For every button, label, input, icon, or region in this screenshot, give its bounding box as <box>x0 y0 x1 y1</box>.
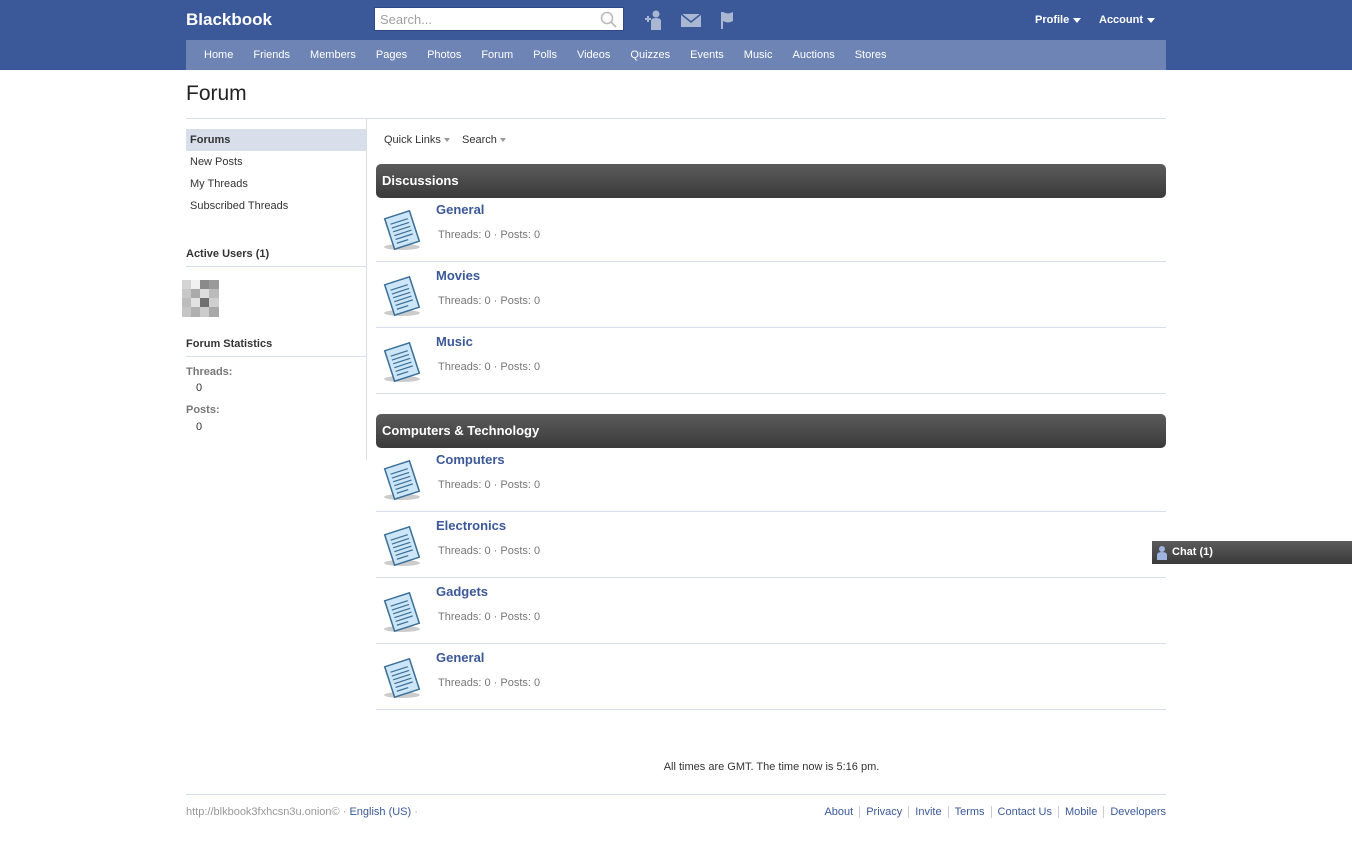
document-icon <box>383 657 421 699</box>
sidebar-menu: Forums New Posts My Threads Subscribed T… <box>186 129 366 217</box>
sidebar-item-my-threads[interactable]: My Threads <box>186 173 366 195</box>
profile-menu[interactable]: Profile <box>1035 14 1082 26</box>
footer-link-contact-us[interactable]: Contact Us <box>990 806 1058 818</box>
forum-row: Gadgets Threads: 0 · Posts: 0 <box>376 578 1166 644</box>
nav-item-events[interactable]: Events <box>680 40 734 70</box>
footer-link-terms[interactable]: Terms <box>947 806 991 818</box>
footer-site-info: http://blkbook3fxhcsn3u.onion© · English… <box>186 806 418 818</box>
sidebar-item-forums[interactable]: Forums <box>186 129 366 151</box>
forum-row: Movies Threads: 0 · Posts: 0 <box>376 262 1166 328</box>
footer-links: About Privacy Invite Terms Contact Us Mo… <box>818 806 1166 818</box>
forum-link[interactable]: Computers <box>436 452 505 467</box>
forum-stats: Threads: 0 · Posts: 0 <box>438 361 541 373</box>
document-icon <box>383 275 421 317</box>
sidebar-item-new-posts[interactable]: New Posts <box>186 151 366 173</box>
threads-stat-label: Threads: <box>186 366 233 378</box>
nav-item-friends[interactable]: Friends <box>243 40 300 70</box>
language-link[interactable]: English (US) <box>349 806 411 818</box>
footer-link-developers[interactable]: Developers <box>1103 806 1166 818</box>
forum-stats: Threads: 0 · Posts: 0 <box>438 479 541 491</box>
messages-icon[interactable] <box>679 9 703 31</box>
posts-stat-value: 0 <box>196 421 203 433</box>
forum-link[interactable]: General <box>436 202 484 217</box>
language-separator: · <box>414 806 418 818</box>
chat-label: Chat (1) <box>1172 546 1213 558</box>
document-icon <box>383 341 421 383</box>
quick-links-label: Quick Links <box>384 134 441 146</box>
threads-stat-value: 0 <box>196 382 203 394</box>
nav-item-members[interactable]: Members <box>300 40 366 70</box>
forum-stats: Threads: 0 · Posts: 0 <box>438 229 541 241</box>
forum-link[interactable]: Gadgets <box>436 584 488 599</box>
account-menu[interactable]: Account <box>1099 14 1155 26</box>
chat-bar[interactable]: Chat (1) <box>1152 541 1352 564</box>
active-users-heading: Active Users (1) <box>186 248 366 267</box>
search-icon[interactable] <box>599 10 619 30</box>
main-nav: Home Friends Members Pages Photos Forum … <box>186 40 1166 70</box>
forum-link[interactable]: Movies <box>436 268 480 283</box>
category-header[interactable]: Computers & Technology <box>376 414 1166 448</box>
forum-link[interactable]: General <box>436 650 484 665</box>
document-icon <box>383 525 421 567</box>
title-divider <box>186 118 1166 119</box>
footer-divider <box>186 794 1166 795</box>
time-note: All times are GMT. The time now is 5:16 … <box>663 761 880 773</box>
site-logo[interactable]: Blackbook <box>186 10 272 30</box>
forum-stats: Threads: 0 · Posts: 0 <box>438 611 541 623</box>
document-icon <box>383 591 421 633</box>
nav-item-forum[interactable]: Forum <box>471 40 523 70</box>
nav-item-polls[interactable]: Polls <box>523 40 567 70</box>
forum-link[interactable]: Music <box>436 334 473 349</box>
document-icon <box>383 209 421 251</box>
document-icon <box>383 459 421 501</box>
forum-stats: Threads: 0 · Posts: 0 <box>438 545 541 557</box>
nav-item-quizzes[interactable]: Quizzes <box>620 40 680 70</box>
footer-link-invite[interactable]: Invite <box>908 806 947 818</box>
site-url: http://blkbook3fxhcsn3u.onion© · <box>186 806 347 818</box>
chevron-down-icon <box>1147 17 1155 23</box>
nav-item-stores[interactable]: Stores <box>845 40 897 70</box>
nav-item-pages[interactable]: Pages <box>366 40 417 70</box>
search-box <box>374 7 624 31</box>
chat-user-icon <box>1157 546 1167 560</box>
chevron-down-icon <box>499 138 506 143</box>
avatar[interactable] <box>182 280 219 317</box>
category-header[interactable]: Discussions <box>376 164 1166 198</box>
forum-row: Music Threads: 0 · Posts: 0 <box>376 328 1166 394</box>
nav-item-music[interactable]: Music <box>734 40 783 70</box>
chevron-down-icon <box>1073 17 1082 23</box>
forum-stats: Threads: 0 · Posts: 0 <box>438 677 541 689</box>
sidebar-divider <box>366 119 367 460</box>
forum-row: Computers Threads: 0 · Posts: 0 <box>376 446 1166 512</box>
footer-link-privacy[interactable]: Privacy <box>859 806 908 818</box>
nav-item-home[interactable]: Home <box>194 40 243 70</box>
forum-stats: Threads: 0 · Posts: 0 <box>438 295 541 307</box>
forum-row: General Threads: 0 · Posts: 0 <box>376 196 1166 262</box>
search-menu-label: Search <box>462 134 497 146</box>
nav-item-photos[interactable]: Photos <box>417 40 471 70</box>
forum-row: Electronics Threads: 0 · Posts: 0 <box>376 512 1166 578</box>
forum-search-menu[interactable]: Search <box>462 134 506 146</box>
nav-item-videos[interactable]: Videos <box>567 40 620 70</box>
friend-requests-icon[interactable] <box>643 9 667 31</box>
footer-link-mobile[interactable]: Mobile <box>1057 806 1103 818</box>
page-title: Forum <box>186 82 247 105</box>
forum-row: General Threads: 0 · Posts: 0 <box>376 644 1166 710</box>
profile-label: Profile <box>1035 14 1070 26</box>
forum-statistics-heading: Forum Statistics <box>186 338 366 357</box>
account-label: Account <box>1099 14 1143 26</box>
posts-stat-label: Posts: <box>186 404 220 416</box>
chevron-down-icon <box>443 138 450 143</box>
top-bar: Blackbook Profile Account Home Friends M… <box>0 0 1352 70</box>
nav-item-auctions[interactable]: Auctions <box>783 40 845 70</box>
sidebar-item-subscribed-threads[interactable]: Subscribed Threads <box>186 195 366 217</box>
forum-link[interactable]: Electronics <box>436 518 506 533</box>
footer-link-about[interactable]: About <box>818 806 859 818</box>
search-input[interactable] <box>375 8 597 30</box>
quick-links-menu[interactable]: Quick Links <box>384 134 450 146</box>
notifications-flag-icon[interactable] <box>716 9 740 31</box>
